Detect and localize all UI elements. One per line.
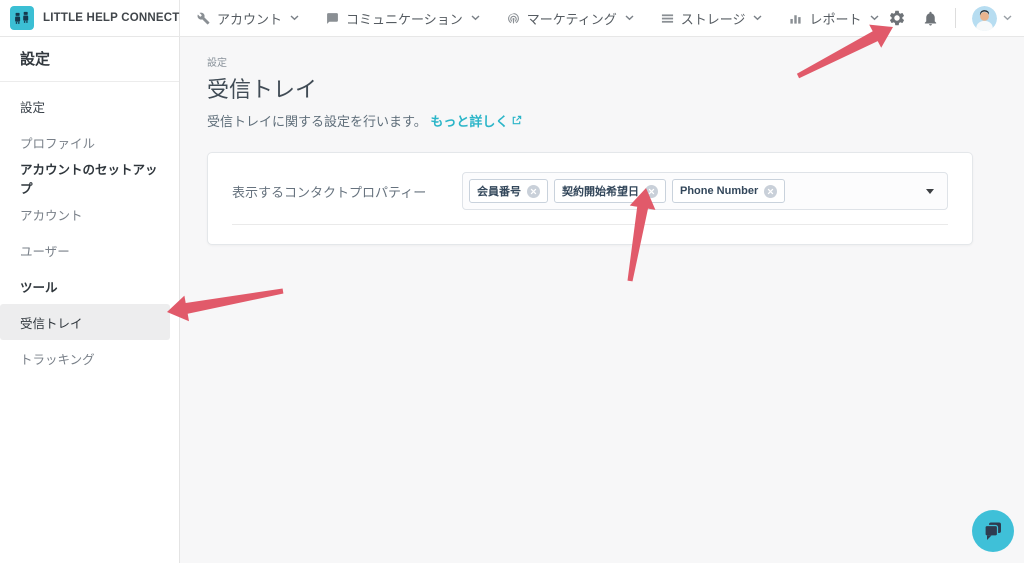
robots-icon: [14, 10, 30, 26]
avatar: [972, 6, 997, 31]
nav-label: コミュニケーション: [346, 9, 463, 28]
divider: [955, 8, 956, 28]
bell-icon: [922, 10, 939, 27]
sidebar-item-settings[interactable]: 設定: [0, 88, 179, 124]
learn-more-label: もっと詳しく: [430, 111, 508, 130]
learn-more-link[interactable]: もっと詳しく: [430, 111, 522, 130]
sidebar-section-account-setup: アカウントのセットアップ: [0, 160, 179, 196]
sidebar-item-tracking[interactable]: トラッキング: [0, 340, 179, 376]
nav-label: ストレージ: [681, 9, 746, 28]
tag-label: Phone Number: [680, 185, 758, 197]
notifications-bell-button[interactable]: [922, 10, 939, 27]
sidebar-item-inbox[interactable]: 受信トレイ: [0, 304, 170, 340]
nav-account[interactable]: アカウント: [197, 9, 299, 28]
contact-properties-select[interactable]: 会員番号 契約開始希望日 Phone Number: [462, 172, 948, 210]
user-menu[interactable]: [972, 6, 1012, 31]
selected-tags: 会員番号 契約開始希望日 Phone Number: [469, 179, 785, 203]
app-page: LITTLE HELP CONNECT アカウント コミュニケーション: [0, 0, 1024, 563]
chat-bubble-icon: [326, 12, 339, 25]
gear-icon: [888, 9, 906, 27]
sidebar-list: 設定 プロファイル アカウントのセットアップ アカウント ユーザー ツール 受信…: [0, 82, 179, 376]
broadcast-icon: [507, 12, 520, 25]
nav-report[interactable]: レポート: [789, 9, 878, 28]
description-text: 受信トレイに関する設定を行います。: [207, 114, 427, 129]
tag-phone-number[interactable]: Phone Number: [672, 179, 785, 203]
contact-properties-label: 表示するコンタクトプロパティー: [232, 182, 462, 201]
app-logo: [10, 6, 34, 30]
external-link-icon: [511, 115, 522, 126]
storage-icon: [661, 12, 674, 25]
chevron-down-icon: [471, 15, 480, 21]
settings-gear-button[interactable]: [888, 9, 906, 27]
chevron-down-icon: [870, 15, 879, 21]
page-description: 受信トレイに関する設定を行います。 もっと詳しく: [207, 111, 1024, 130]
sidebar-section-tools: ツール: [0, 268, 179, 304]
page-title: 受信トレイ: [207, 72, 1024, 104]
chevron-down-icon: [753, 15, 762, 21]
chevron-down-icon: [1003, 15, 1012, 21]
chevron-down-icon: [625, 15, 634, 21]
breadcrumb: 設定: [207, 54, 1024, 69]
brand-name: LITTLE HELP CONNECT: [43, 12, 179, 24]
main-content: 設定 受信トレイ 受信トレイに関する設定を行います。 もっと詳しく 表示するコン…: [180, 37, 1024, 563]
chevron-down-icon: [290, 15, 299, 21]
sidebar-item-account[interactable]: アカウント: [0, 196, 179, 232]
sidebar-title: 設定: [0, 37, 179, 82]
wrench-icon: [197, 12, 210, 25]
sidebar-item-users[interactable]: ユーザー: [0, 232, 179, 268]
nav-storage[interactable]: ストレージ: [661, 9, 763, 28]
sidebar-item-profile[interactable]: プロファイル: [0, 124, 179, 160]
chat-bubbles-icon: [982, 520, 1004, 542]
tag-remove-icon[interactable]: [527, 185, 540, 198]
tag-remove-icon[interactable]: [764, 185, 777, 198]
top-navigation: アカウント コミュニケーション マーケティング: [180, 0, 879, 36]
inbox-settings-card: 表示するコンタクトプロパティー 会員番号 契約開始希望日: [207, 152, 973, 245]
nav-label: レポート: [809, 9, 861, 28]
brand-area: LITTLE HELP CONNECT: [0, 0, 180, 36]
nav-label: アカウント: [217, 9, 282, 28]
nav-marketing[interactable]: マーケティング: [507, 9, 634, 28]
chat-widget-button[interactable]: [972, 510, 1014, 552]
dropdown-caret-icon: [926, 189, 934, 194]
topbar-right: [888, 0, 1024, 36]
bar-chart-icon: [789, 12, 802, 25]
settings-sidebar: 設定 設定 プロファイル アカウントのセットアップ アカウント ユーザー ツール…: [0, 37, 180, 563]
topbar: LITTLE HELP CONNECT アカウント コミュニケーション: [0, 0, 1024, 37]
nav-label: マーケティング: [527, 9, 617, 28]
tag-contract-start-date[interactable]: 契約開始希望日: [554, 179, 666, 203]
contact-properties-row: 表示するコンタクトプロパティー 会員番号 契約開始希望日: [208, 153, 972, 210]
card-bottom-spacer: [208, 225, 972, 244]
tag-member-number[interactable]: 会員番号: [469, 179, 548, 203]
tag-remove-icon[interactable]: [645, 185, 658, 198]
tag-label: 会員番号: [477, 183, 521, 199]
tag-label: 契約開始希望日: [562, 183, 639, 199]
nav-communication[interactable]: コミュニケーション: [326, 9, 480, 28]
